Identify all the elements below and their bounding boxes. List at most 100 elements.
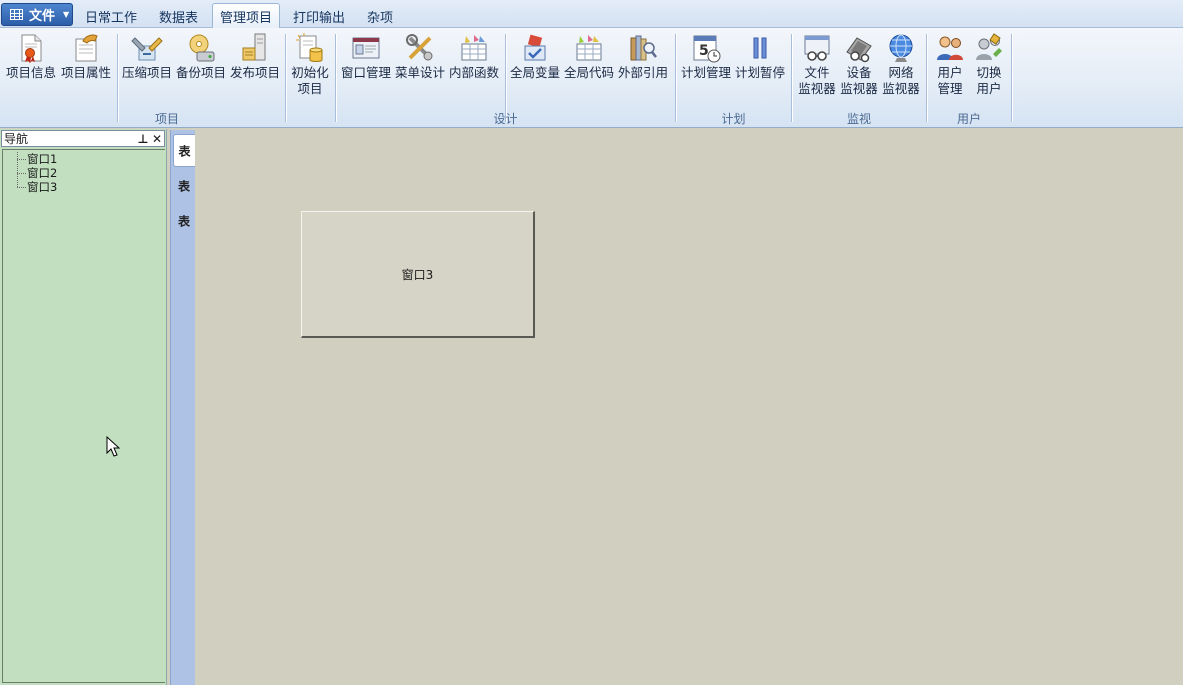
device-monitor-label-line1: 设备 [846,65,872,80]
global-variables-button[interactable]: 全局变量 [509,32,561,104]
window-management-label: 窗口管理 [340,65,391,80]
tree-item-window3[interactable]: 窗口3 [15,180,57,194]
compress-project-label: 压缩项目 [121,65,172,80]
server-publish-icon [242,33,266,61]
ribbon-separator [505,34,506,122]
tab-misc[interactable]: 杂项 [360,4,400,28]
group-label-project: 项目 [154,112,179,126]
users-icon [937,36,963,60]
ribbon-separator [1011,34,1012,122]
tree-item-window1[interactable]: 窗口1 [15,152,57,166]
group-label-user: 用户 [956,112,981,126]
ribbon-separator [926,34,927,122]
initialize-label-line2: 项目 [297,81,323,96]
project-info-label: 项目信息 [5,65,56,80]
document-tab-1[interactable]: 表 [173,134,195,167]
mdi-workspace: 窗口3 [195,130,1183,685]
global-variables-label: 全局变量 [509,65,560,80]
wrench-tools-icon [406,34,433,61]
svg-text:5: 5 [699,43,709,59]
mouse-pointer-icon [106,436,120,457]
tab-print-output[interactable]: 打印输出 [287,4,351,28]
external-reference-button[interactable]: 外部引用 [617,32,669,104]
initialize-project-button[interactable]: 初始化 项目 [288,32,332,104]
group-label-monitor: 监视 [846,112,871,126]
file-monitor-icon [804,35,830,61]
file-menu-label: 文件 [29,9,56,24]
window-management-button[interactable]: 窗口管理 [340,32,392,104]
mdi-child-window[interactable]: 窗口3 [301,211,535,338]
document-hand-icon [75,34,98,62]
backup-project-button[interactable]: 备份项目 [175,32,227,104]
ribbon-separator [335,34,336,122]
tab-daily-work[interactable]: 日常工作 [80,4,142,28]
puzzle-check-icon [524,34,546,61]
switch-user-label-line2: 用户 [976,81,1002,96]
tab-manage-project[interactable]: 管理项目 [212,3,280,29]
device-monitor-label-line2: 监视器 [840,81,878,96]
internal-functions-button[interactable]: 内部函数 [448,32,500,104]
switch-user-label-line1: 切换 [976,65,1002,80]
project-info-button[interactable]: 项目信息 [5,32,57,104]
external-reference-label: 外部引用 [617,65,668,80]
group-label-design: 设计 [493,112,518,126]
ribbon-separator [791,34,792,122]
mdi-window-title: 窗口3 [401,267,434,282]
ribbon-separator [117,34,118,122]
project-properties-label: 项目属性 [60,65,111,80]
ribbon-tab-bar: 文件 ▼ 日常工作 数据表 管理项目 打印输出 杂项 [0,0,1183,29]
plan-management-button[interactable]: 5 计划管理 [680,32,732,104]
ribbon-separator [285,34,286,122]
publish-project-button[interactable]: 发布项目 [229,32,281,104]
navigation-panel-title: 导航 [4,132,29,146]
tree-item-window2[interactable]: 窗口2 [15,166,57,180]
compress-project-button[interactable]: 压缩项目 [121,32,173,104]
publish-project-label: 发布项目 [229,65,280,80]
network-monitor-label-line1: 网络 [888,65,914,80]
file-menu-button[interactable]: 文件 ▼ [1,3,73,26]
pause-icon [753,37,767,59]
tree-items: 窗口1 窗口2 窗口3 [15,152,57,194]
backup-project-label: 备份项目 [175,65,226,80]
global-code-button[interactable]: 全局代码 [563,32,615,104]
network-monitor-button[interactable]: 网络 监视器 [881,32,921,104]
switch-user-icon [976,33,1002,60]
project-properties-button[interactable]: 项目属性 [60,32,112,104]
device-monitor-icon [846,37,872,63]
ribbon-panel: 项目信息 项目属性 压缩项目 备份项目 发布项目 初始化 项目 窗口管理 菜单设… [0,28,1183,128]
document-tab-3[interactable]: 表 [173,204,195,237]
disk-drive-icon [189,34,215,62]
close-icon[interactable]: ✕ [150,132,164,146]
pin-icon[interactable]: ⊥ [136,132,150,146]
database-document-icon [296,33,323,62]
window-form-icon [352,37,380,59]
code-grid-icon [576,35,602,61]
user-management-button[interactable]: 用户 管理 [931,32,969,104]
navigation-panel-header: 导航 ⊥ ✕ [1,130,165,147]
compress-tools-icon [131,37,163,61]
ribbon-separator [675,34,676,122]
file-monitor-label-line1: 文件 [804,65,830,80]
dropdown-arrow-icon: ▼ [63,10,70,19]
document-tab-2[interactable]: 表 [173,169,195,202]
books-search-icon [630,35,657,61]
group-label-plan: 计划 [721,112,746,126]
tab-data-tables[interactable]: 数据表 [150,4,207,28]
document-tab-strip: 表 表 表 [170,130,195,685]
grid-icon [10,9,23,20]
plan-pause-label: 计划暂停 [734,65,785,80]
internal-functions-label: 内部函数 [448,65,499,80]
menu-design-button[interactable]: 菜单设计 [394,32,446,104]
menu-design-label: 菜单设计 [394,65,445,80]
global-code-label: 全局代码 [563,65,614,80]
calendar-clock-icon: 5 [693,35,721,63]
switch-user-button[interactable]: 切换 用户 [970,32,1008,104]
file-monitor-button[interactable]: 文件 监视器 [797,32,837,104]
plan-pause-button[interactable]: 计划暂停 [734,32,786,104]
network-monitor-label-line2: 监视器 [882,81,920,96]
function-table-icon [461,35,487,61]
navigation-tree: 窗口1 窗口2 窗口3 [2,149,165,683]
certificate-icon [21,34,42,63]
user-management-label-line2: 管理 [937,81,963,96]
device-monitor-button[interactable]: 设备 监视器 [839,32,879,104]
